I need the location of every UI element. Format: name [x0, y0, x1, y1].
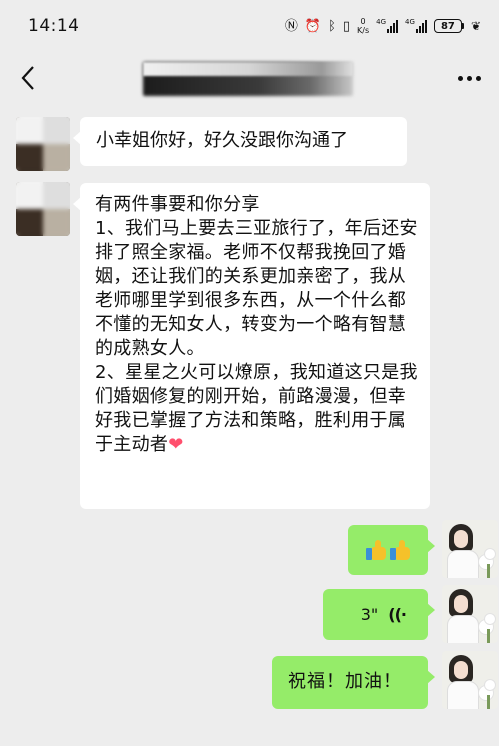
message-text: 小幸姐你好，好久没跟你沟通了	[96, 130, 348, 151]
leaf-icon: ❦	[470, 19, 481, 33]
voice-message-bubble[interactable]: 3" ((·	[323, 589, 435, 640]
my-avatar[interactable]	[442, 520, 498, 578]
alarm-icon: ⏰	[304, 18, 322, 34]
battery-icon: 87	[433, 19, 464, 33]
message-text: 祝福！加油！	[288, 671, 402, 692]
status-icons: Ⓝ ⏰ ᛒ ▯ 0 K/s 4G 4G 87 ❦	[285, 17, 481, 35]
net-speed-value: 0	[360, 17, 366, 26]
signal-type-label: 4G	[405, 18, 415, 26]
message-bubble-incoming[interactable]: 有两件事要和你分享 1、我们马上要去三亚旅行了，年后还安排了照全家福。老师不仅帮…	[73, 183, 430, 509]
bluetooth-icon: ᛒ	[328, 18, 336, 34]
back-button[interactable]	[16, 64, 40, 92]
chat-header	[0, 52, 499, 104]
status-bar: 14:14 Ⓝ ⏰ ᛒ ▯ 0 K/s 4G 4G 87 ❦	[0, 0, 499, 52]
contact-avatar[interactable]	[16, 182, 70, 236]
more-button[interactable]	[455, 64, 483, 92]
vibrate-icon: ▯	[342, 18, 351, 34]
heart-emoji: ❤	[168, 434, 184, 455]
message-bubble-outgoing[interactable]	[348, 525, 435, 575]
my-avatar[interactable]	[442, 585, 498, 643]
more-icon	[457, 75, 463, 81]
voice-duration: 3"	[360, 604, 379, 624]
voice-wave-icon: ((·	[388, 604, 407, 624]
net-speed-unit: K/s	[357, 26, 370, 35]
thumbs-up-emoji	[365, 539, 387, 561]
signal-icon: 4G	[405, 19, 427, 33]
signal-type-label: 4G	[376, 18, 387, 26]
battery-level: 87	[433, 19, 462, 33]
nfc-icon: Ⓝ	[284, 18, 298, 34]
chevron-left-icon	[21, 66, 34, 90]
message-bubble-incoming[interactable]: 小幸姐你好，好久没跟你沟通了	[73, 117, 407, 166]
signal-icon: 4G	[376, 18, 399, 33]
status-time: 14:14	[28, 16, 80, 36]
thumbs-up-emoji	[389, 539, 411, 561]
net-speed: 0 K/s	[357, 17, 369, 35]
message-bubble-outgoing[interactable]: 祝福！加油！	[272, 656, 435, 709]
contact-avatar[interactable]	[16, 117, 70, 171]
message-text: 有两件事要和你分享 1、我们马上要去三亚旅行了，年后还安排了照全家福。老师不仅帮…	[95, 194, 418, 455]
my-avatar[interactable]	[442, 651, 498, 709]
